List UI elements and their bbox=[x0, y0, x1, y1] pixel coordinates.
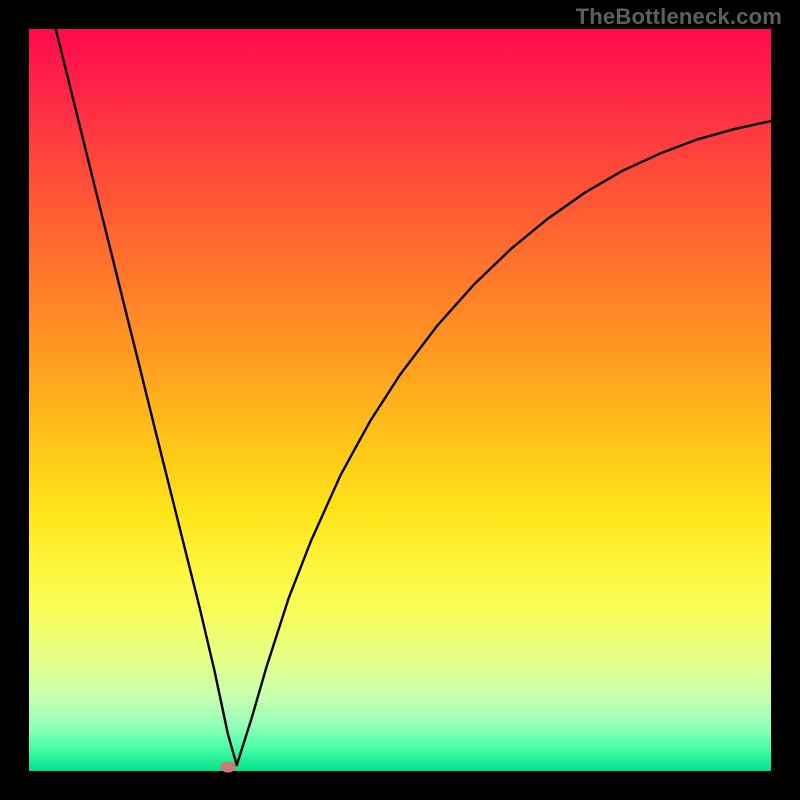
chart-frame: TheBottleneck.com bbox=[0, 0, 800, 800]
watermark-text: TheBottleneck.com bbox=[576, 4, 782, 30]
plot-area bbox=[29, 29, 771, 771]
minimum-marker bbox=[220, 761, 236, 772]
bottleneck-curve bbox=[29, 29, 771, 771]
